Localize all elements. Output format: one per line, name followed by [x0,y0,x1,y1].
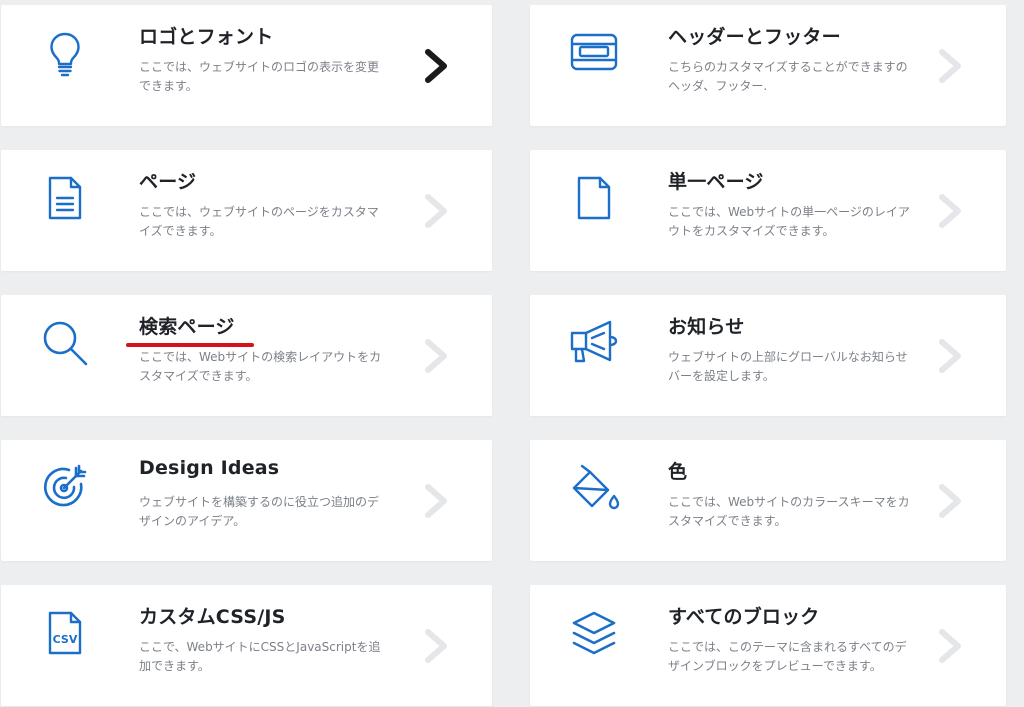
chevron-right-icon[interactable] [936,483,964,519]
search-icon [39,317,91,369]
document-icon [39,172,91,224]
card-title: すべてのブロック [668,606,820,628]
card-title: カスタムCSS/JS [139,606,286,628]
chevron-right-icon[interactable] [936,338,964,374]
chevron-right-icon[interactable] [422,193,450,229]
card-custom-css-js[interactable]: CSV カスタムCSS/JS ここで、WebサイトにCSSとJavaScript… [1,585,492,706]
card-description: こちらのカスタマイズすることができますのヘッダ、フッター. [668,60,908,93]
megaphone-icon [568,317,620,369]
card-description: ここでは、ウェブサイトのロゴの表示を変更できます。 [139,60,380,93]
card-title: ロゴとフォント [139,26,274,48]
card-description: ここでは、ウェブサイトのページをカスタマイズできます。 [139,205,379,238]
card-search-page[interactable]: 検索ページ ここでは、Webサイトの検索レイアウトをカスタマイズできます。 [1,295,492,416]
card-description: ここでは、Webサイトのカラースキーマをカスタマイズできます。 [668,495,910,528]
card-logo-fonts[interactable]: ロゴとフォント ここでは、ウェブサイトのロゴの表示を変更できます。 [1,5,492,126]
card-description: ここで、WebサイトにCSSとJavaScriptを追加できます。 [139,640,381,673]
chevron-right-icon[interactable] [936,48,964,84]
card-title: 単一ページ [668,171,764,193]
card-title: 検索ページ [139,316,235,338]
card-title: ヘッダーとフッター [668,26,841,48]
card-description: ウェブサイトを構築するのに役立つ追加のデザインのアイデア。 [139,495,380,528]
card-title: お知らせ [668,316,745,338]
card-color[interactable]: 色 ここでは、Webサイトのカラースキーマをカスタマイズできます。 [530,440,1006,561]
chevron-right-icon[interactable] [422,338,450,374]
chevron-right-icon[interactable] [936,628,964,664]
card-header-footer[interactable]: ヘッダーとフッター こちらのカスタマイズすることができますのヘッダ、フッター. [530,5,1006,126]
card-single-page[interactable]: 単一ページ ここでは、Webサイトの単一ページのレイアウトをカスタマイズできます… [530,150,1006,271]
csv-file-icon: CSV [39,607,91,659]
chevron-right-icon[interactable] [422,483,450,519]
chevron-right-icon[interactable] [422,628,450,664]
card-description: ここでは、このテーマに含まれるすべてのデザインブロックをプレビューできます。 [668,640,907,673]
chevron-right-icon[interactable] [422,48,450,84]
card-design-ideas[interactable]: Design Ideas ウェブサイトを構築するのに役立つ追加のデザインのアイデ… [1,440,492,561]
lightbulb-icon [39,27,91,79]
card-description: ここでは、Webサイトの検索レイアウトをカスタマイズできます。 [139,350,382,383]
chevron-right-icon[interactable] [936,193,964,229]
card-title: 色 [668,461,688,483]
layers-icon [568,607,620,659]
card-title: ページ [139,171,197,193]
card-all-blocks[interactable]: すべてのブロック ここでは、このテーマに含まれるすべてのデザインブロックをプレビ… [530,585,1006,706]
card-pages[interactable]: ページ ここでは、ウェブサイトのページをカスタマイズできます。 [1,150,492,271]
card-description: ここでは、Webサイトの単一ページのレイアウトをカスタマイズできます。 [668,205,910,238]
card-notice[interactable]: お知らせ ウェブサイトの上部にグローバルなお知らせバーを設定します。 [530,295,1006,416]
highlight-underline [126,343,254,347]
paint-bucket-icon [568,462,620,514]
svg-text:CSV: CSV [53,633,78,646]
card-description: ウェブサイトの上部にグローバルなお知らせバーを設定します。 [668,350,908,383]
blank-page-icon [568,172,620,224]
target-icon [39,462,91,514]
card-title: Design Ideas [139,457,280,479]
header-footer-icon [568,27,620,79]
